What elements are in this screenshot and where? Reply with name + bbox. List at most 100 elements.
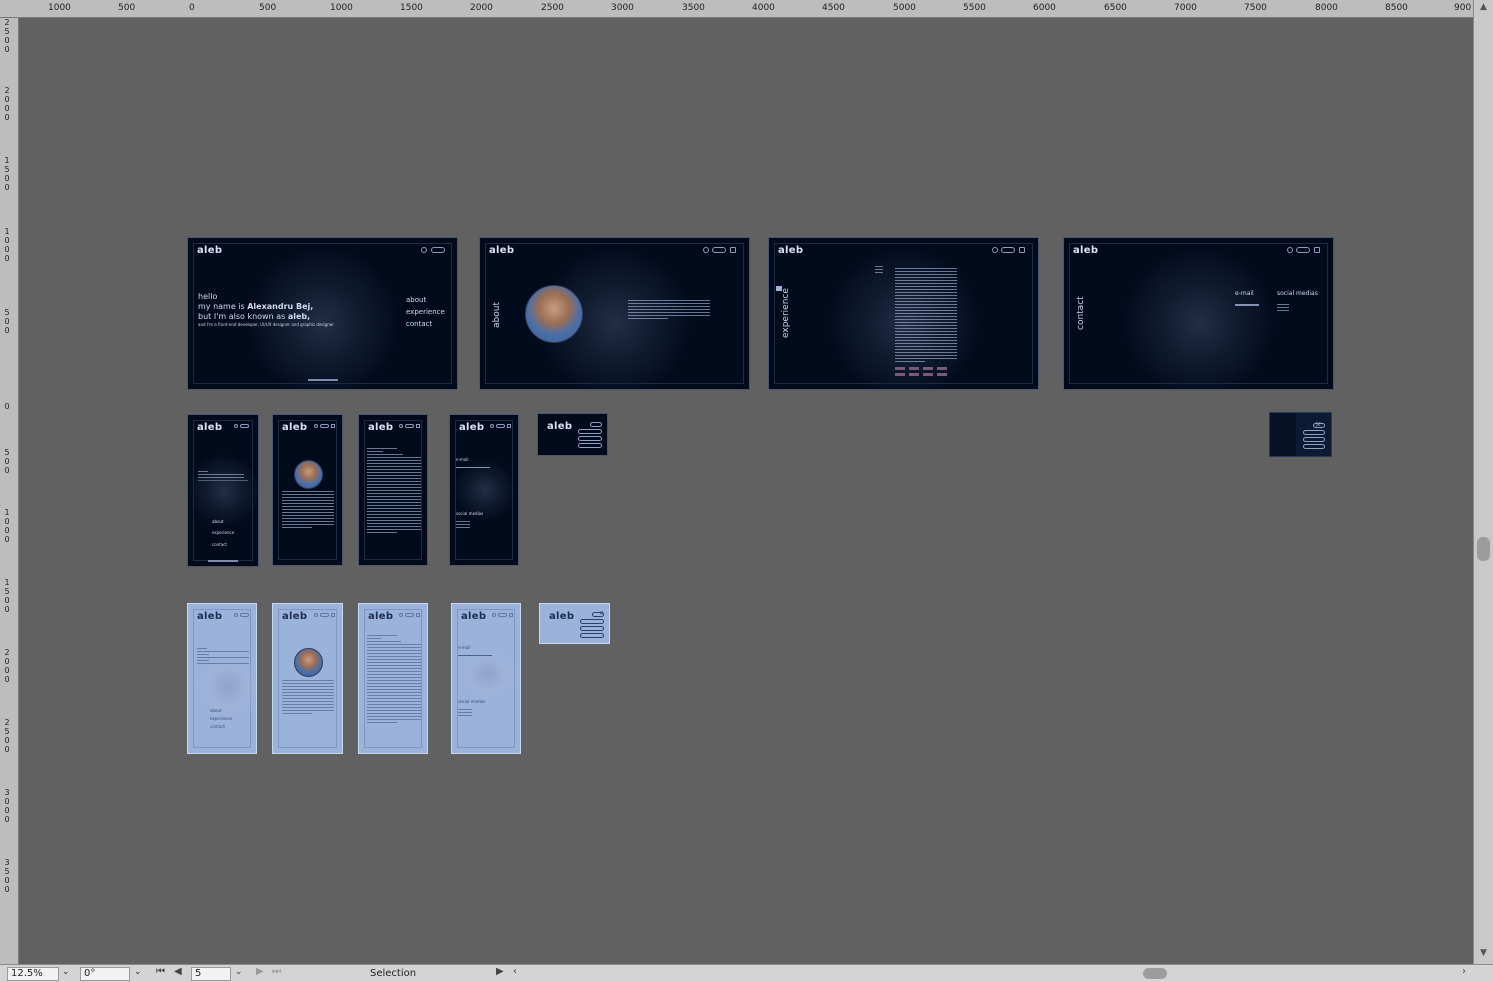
contact-email-value[interactable] <box>458 655 492 656</box>
chevron-down-icon[interactable]: ⌄ <box>235 967 243 977</box>
zoom-field[interactable]: 12.5% <box>7 967 59 981</box>
last-page-icon[interactable]: ⏭ <box>272 966 281 977</box>
brand-logo: aleb <box>549 611 575 622</box>
next-page-icon[interactable]: ▶ <box>256 966 264 977</box>
artboard-mobile-home-light[interactable]: aleb about experience contact <box>187 603 257 754</box>
menu-icon <box>331 613 335 617</box>
contact-email-value[interactable] <box>1235 304 1259 306</box>
artboard-desktop-contact[interactable]: aleb contact e-mail social medias <box>1063 237 1334 390</box>
brand-logo: aleb <box>197 245 223 256</box>
artboard-mobile-contact-dark[interactable]: aleb e-mail social medias <box>449 414 519 566</box>
artboard-mobile-home-dark[interactable]: aleb about experience contact <box>187 414 259 567</box>
horizontal-ruler: 1000 500 0 500 1000 1500 2000 2500 3000 … <box>0 0 1493 18</box>
ruler-label: 500 <box>4 448 10 475</box>
hero-name-line: my name is Alexandru Bej, <box>198 302 313 311</box>
horizontal-scroll-thumb[interactable] <box>1143 968 1167 979</box>
ruler-label: 8500 <box>1385 3 1408 13</box>
brand-logo: aleb <box>778 245 804 256</box>
artboard-mobile-experience-dark[interactable]: aleb <box>358 414 428 566</box>
menu-icon <box>1314 247 1320 253</box>
social-links[interactable] <box>458 709 472 718</box>
rotation-field[interactable]: 0° <box>80 967 130 981</box>
ruler-label: 500 <box>4 308 10 335</box>
contact-social-label: social medias <box>458 699 486 704</box>
header-controls <box>234 424 250 431</box>
ruler-label: 5000 <box>893 3 916 13</box>
vertical-scroll-thumb[interactable] <box>1477 537 1490 561</box>
toggle-switch-icon <box>712 247 726 253</box>
page-field[interactable]: 5 <box>191 967 231 981</box>
nav-about[interactable]: about <box>212 519 224 524</box>
scroll-down-icon[interactable]: ▼ <box>1480 948 1487 958</box>
menu-icon <box>509 613 513 617</box>
hero-nick-prefix: but I'm also known as <box>198 312 288 321</box>
mobile-menu-items[interactable] <box>578 422 602 448</box>
brand-logo: aleb <box>368 422 394 433</box>
theme-icon <box>490 424 494 428</box>
footer-text <box>308 379 338 381</box>
scroll-right-icon[interactable]: › <box>1462 966 1466 977</box>
vertical-scrollbar[interactable]: ▲ ▼ <box>1473 0 1493 964</box>
brand-logo: aleb <box>547 421 573 432</box>
social-links[interactable] <box>456 521 470 530</box>
first-page-icon[interactable]: ⏮ <box>156 966 165 977</box>
brand-logo: aleb <box>489 245 515 256</box>
status-arrow-icon[interactable]: ▶ <box>496 966 504 977</box>
social-links[interactable] <box>1277 304 1289 313</box>
nav-about[interactable]: about <box>210 708 222 713</box>
header-controls <box>490 424 512 431</box>
menu-icon <box>730 247 736 253</box>
scroll-left-icon[interactable]: ‹ <box>513 966 517 977</box>
ruler-label: 4000 <box>752 3 775 13</box>
close-icon[interactable]: ✕ <box>1315 420 1322 429</box>
artboard-desktop-experience[interactable]: aleb experience <box>768 237 1039 390</box>
hero-text <box>197 648 249 666</box>
header-controls <box>1287 247 1323 254</box>
about-paragraph <box>282 491 334 530</box>
nav-experience[interactable]: experience <box>406 308 445 316</box>
artboard-mobile-about-light[interactable]: aleb <box>272 603 343 754</box>
ruler-label: 1000 <box>4 227 10 263</box>
hero-nick: aleb, <box>287 312 311 321</box>
chevron-down-icon[interactable]: ⌄ <box>62 967 70 977</box>
nav-experience[interactable]: experience <box>210 716 232 721</box>
close-icon[interactable]: ✕ <box>599 610 604 617</box>
nav-about[interactable]: about <box>406 296 426 304</box>
artboard-mobile-experience-light[interactable]: aleb <box>358 603 428 754</box>
brand-logo: aleb <box>197 422 223 433</box>
menu-icon <box>416 613 420 617</box>
artboard-mobile-menu-light[interactable]: aleb ✕ <box>539 603 610 644</box>
hero-nick-line: but I'm also known as aleb, <box>198 312 310 321</box>
contact-email-value[interactable] <box>456 467 490 468</box>
chevron-down-icon[interactable]: ⌄ <box>134 967 142 977</box>
hero-name: Alexandru Bej, <box>247 302 314 311</box>
previous-page-icon[interactable]: ◀ <box>174 966 182 977</box>
hero-text <box>198 471 248 483</box>
ruler-label: 7000 <box>1174 3 1197 13</box>
ruler-label: 3500 <box>682 3 705 13</box>
menu-icon <box>331 424 335 428</box>
toggle-switch-icon <box>405 424 414 428</box>
scroll-up-icon[interactable]: ▲ <box>1480 2 1487 12</box>
artboard-frame <box>278 609 337 748</box>
artboard-desktop-home[interactable]: aleb hello my name is Alexandru Bej, but… <box>187 237 458 390</box>
theme-icon <box>399 424 403 428</box>
overlay-shade <box>1270 413 1296 456</box>
nav-contact[interactable]: contact <box>210 724 225 729</box>
artboard-mobile-contact-light[interactable]: aleb e-mail social medias <box>451 603 521 754</box>
artboard-mobile-about-dark[interactable]: aleb <box>272 414 343 566</box>
section-title-experience: experience <box>781 288 791 338</box>
toggle-switch-icon <box>431 247 445 253</box>
nav-contact[interactable]: contact <box>406 320 432 328</box>
toggle-switch-icon <box>496 424 505 428</box>
nav-contact[interactable]: contact <box>212 542 227 547</box>
artboard-menu-overlay-dark[interactable]: ✕ <box>1269 412 1332 457</box>
nav-experience[interactable]: experience <box>212 530 234 535</box>
toggle-switch-icon <box>320 613 329 617</box>
artboard-desktop-about[interactable]: aleb about <box>479 237 750 390</box>
theme-icon <box>314 613 318 617</box>
skill-tags-row <box>895 367 951 370</box>
artboard-mobile-menu-dark[interactable]: aleb <box>537 413 608 456</box>
background-glow <box>1124 248 1274 389</box>
toggle-switch-icon <box>240 424 249 428</box>
